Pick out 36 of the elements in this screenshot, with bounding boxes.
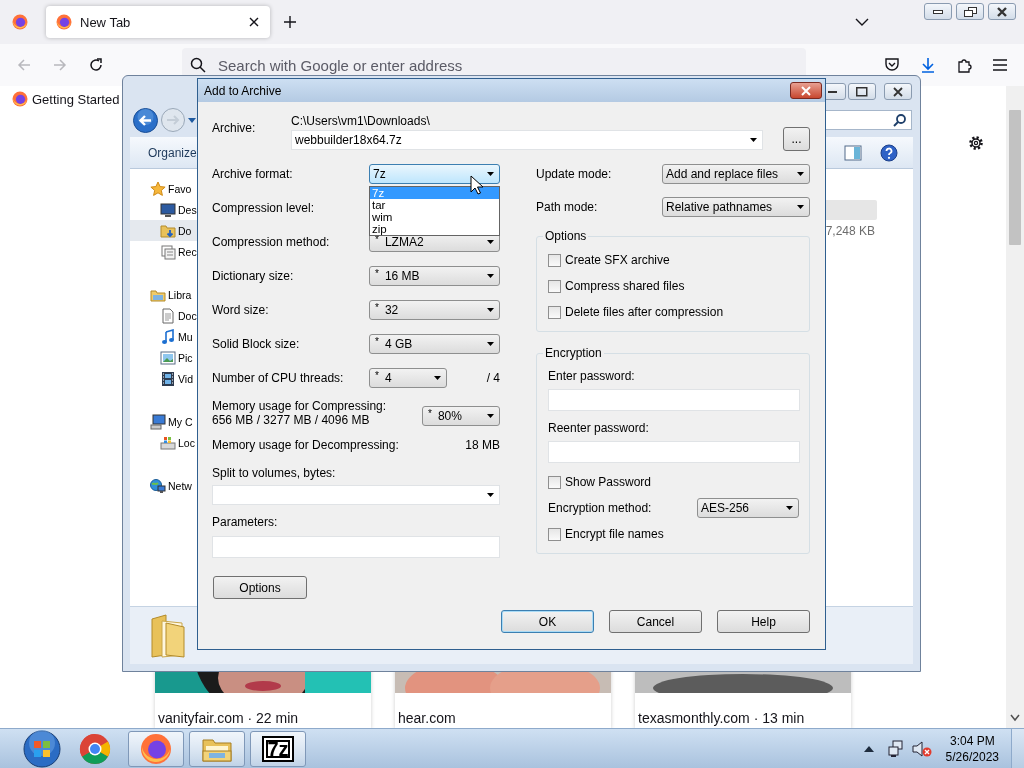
field-label: Solid Block size:	[212, 337, 301, 351]
story-source: vanityfair.com · 22 min	[157, 709, 300, 726]
clock-date: 5/26/2023	[945, 748, 999, 765]
field-label: Encryption method:	[548, 501, 652, 515]
checkbox-label: Compress shared files	[565, 279, 685, 293]
thread-total: / 4	[486, 371, 500, 385]
story-source: texasmonthly.com · 13 min	[637, 709, 806, 726]
field-label: Split to volumes, bytes:	[212, 466, 337, 480]
field-label: Compression method:	[212, 235, 331, 249]
field-label: Compression level:	[212, 201, 316, 215]
clock-time: 3:04 PM	[949, 732, 995, 749]
memory-value: 18 MB	[465, 438, 500, 452]
field-label: Parameters:	[212, 515, 279, 529]
window-title: Add to Archive	[204, 83, 282, 98]
group-title: Options	[544, 229, 588, 243]
checkbox-label: Create SFX archive	[565, 253, 670, 267]
folder-path: C:\Users\vm1\Downloads\	[291, 114, 431, 128]
checkbox-label: Delete files after compression	[565, 305, 724, 319]
field-label: Word size:	[212, 303, 270, 317]
group-title: Encryption	[544, 346, 603, 360]
field-label: Archive format:	[212, 167, 294, 181]
checkbox-label: Show Password	[565, 475, 652, 489]
file-size: 7,248 KB	[824, 224, 876, 238]
checkbox-label: Encrypt file names	[565, 527, 664, 541]
field-label: Number of CPU threads:	[212, 371, 345, 385]
field-label: Memory usage for Compressing:	[212, 399, 387, 413]
field-label: Update mode:	[536, 166, 613, 181]
field-label: Reenter password:	[548, 421, 650, 435]
field-label: Path mode:	[536, 199, 599, 214]
field-label: Enter password:	[548, 369, 636, 383]
field-label: Archive:	[212, 121, 257, 135]
field-label: Memory usage for Decompressing:	[212, 438, 399, 452]
app-logo: 7z	[262, 735, 294, 762]
field-label: Dictionary size:	[212, 269, 295, 283]
story-source: hear.com	[397, 709, 457, 726]
memory-value: 656 MB / 3277 MB / 4096 MB	[212, 413, 371, 427]
